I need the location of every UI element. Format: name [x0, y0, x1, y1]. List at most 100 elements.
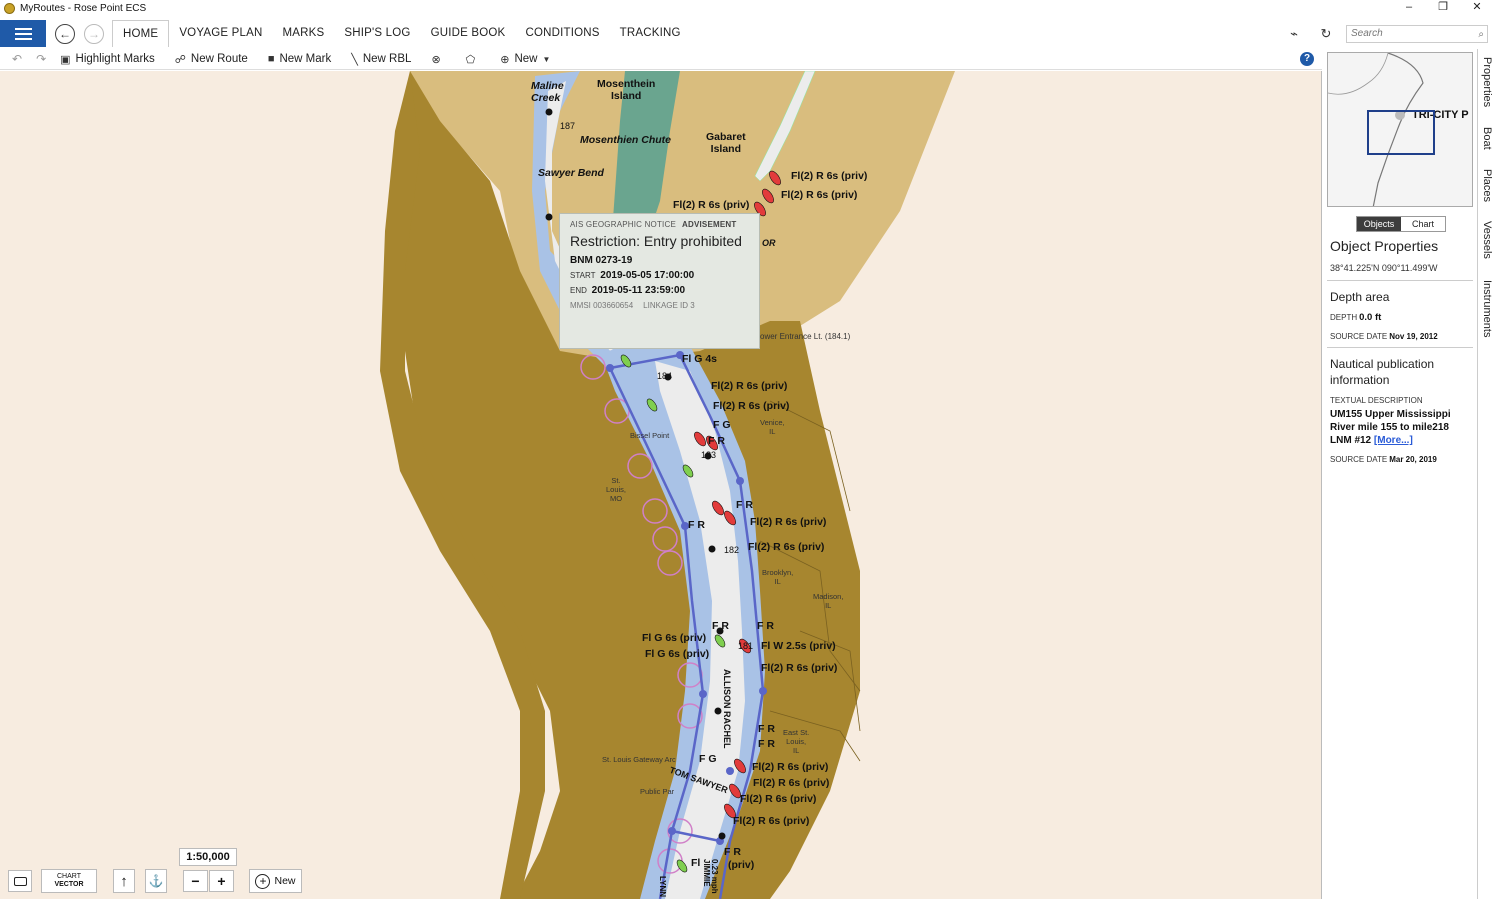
label-fl-w: Fl W 2.5s (priv)	[761, 640, 836, 652]
label-lynn: LYNN	[658, 876, 667, 898]
new-mark-button[interactable]: ■ New Mark	[268, 53, 331, 65]
label-bissel-point: Bissel Point	[630, 431, 670, 440]
zoom-in-button[interactable]: +	[209, 870, 234, 892]
popup-title: Restriction: Entry prohibited	[570, 233, 742, 249]
label-fr-6: F R	[758, 723, 775, 735]
label-fl-g-6s-2: Fl G 6s (priv)	[645, 648, 710, 660]
tab-home[interactable]: HOME	[112, 20, 170, 47]
label-lower-entrance: ower Entrance Lt. (184.1)	[760, 332, 851, 341]
app-logo-icon	[4, 2, 15, 14]
label-public-park: Public Par	[640, 787, 675, 796]
maximize-button[interactable]: ❐	[1426, 0, 1460, 14]
new-mark-label: New Mark	[279, 53, 332, 65]
layers-button[interactable]	[8, 870, 32, 892]
label-brooklyn: Brooklyn, IL	[762, 568, 794, 586]
popup-linkage: LINKAGE ID 3	[643, 301, 695, 310]
hamburger-menu-button[interactable]	[0, 20, 46, 47]
chart-new-label: New	[274, 875, 296, 887]
objects-chart-toggle[interactable]: Objects Chart	[1356, 216, 1446, 232]
side-tab-properties[interactable]: Properties	[1481, 57, 1493, 107]
highlight-marks-label: Highlight Marks	[75, 53, 155, 65]
popup-category: AIS GEOGRAPHIC NOTICE	[570, 220, 676, 229]
rbl-icon: ╲	[351, 53, 358, 66]
help-icon[interactable]: ?	[1300, 52, 1314, 66]
nautical-chart[interactable]: Maline Creek Mosenthein Island Mosenthie…	[0, 71, 1322, 899]
label-fg-1: F G	[713, 419, 731, 431]
label-fl-g-4s: Fl G 4s	[682, 353, 718, 365]
textual-description-label: TEXTUAL DESCRIPTION	[1330, 396, 1423, 405]
new-route-label: New Route	[190, 53, 248, 65]
label-light-12: Fl(2) R 6s (priv)	[733, 815, 810, 827]
label-madison: Madison, IL	[813, 592, 844, 610]
rss-feed-icon[interactable]: ⌁	[1282, 26, 1306, 42]
refresh-icon[interactable]: ↻	[1314, 26, 1338, 42]
ais-notice-popup[interactable]: AIS GEOGRAPHIC NOTICE ADVISEMENT Restrict…	[559, 213, 760, 349]
label-fr-3: F R	[688, 519, 705, 531]
label-speed: 0.23 mph	[710, 859, 719, 894]
chart-new-button[interactable]: + New	[249, 869, 302, 893]
chart-canvas[interactable]	[0, 71, 1322, 899]
popup-end: END 2019-05-11 23:59:00	[570, 285, 686, 296]
label-light-10: Fl(2) R 6s (priv)	[753, 777, 830, 789]
segment-objects[interactable]: Objects	[1357, 217, 1401, 231]
nautical-source-row: SOURCE DATE Mar 20, 2019	[1330, 455, 1437, 464]
minimize-button[interactable]: –	[1392, 0, 1426, 14]
highlight-marks-button[interactable]: ▣ Highlight Marks	[60, 53, 155, 66]
side-tab-vessels[interactable]: Vessels	[1481, 221, 1493, 259]
tab-voyage-plan[interactable]: VOYAGE PLAN	[169, 20, 272, 47]
boat-center-button[interactable]: ⚓	[145, 869, 167, 893]
tab-guide-book[interactable]: GUIDE BOOK	[421, 20, 516, 47]
chevron-down-icon: ▼	[542, 54, 551, 64]
label-fr-8: F R	[724, 846, 741, 858]
side-tabs: Properties Boat Places Vessels Instrumen…	[1477, 49, 1500, 899]
label-gateway-arch: St. Louis Gateway Arc	[602, 755, 676, 764]
chart-mode-line2: VECTOR	[54, 881, 84, 888]
side-tab-instruments[interactable]: Instruments	[1481, 280, 1493, 337]
label-fr-1: F R	[708, 435, 725, 447]
chart-mode-button[interactable]: CHART VECTOR	[41, 869, 97, 893]
more-link[interactable]: [More...]	[1374, 435, 1413, 446]
overview-minimap[interactable]: TRI-CITY P	[1327, 52, 1473, 207]
label-fl-partial: Fl	[691, 857, 701, 869]
tab-tracking[interactable]: TRACKING	[610, 20, 691, 47]
window-title: MyRoutes - Rose Point ECS	[20, 2, 147, 14]
side-tab-places[interactable]: Places	[1481, 169, 1493, 202]
segment-chart[interactable]: Chart	[1401, 217, 1445, 231]
chart-mode-line1: CHART	[57, 873, 81, 880]
new-rbl-button[interactable]: ╲ New RBL	[351, 53, 411, 66]
popup-header: AIS GEOGRAPHIC NOTICE ADVISEMENT	[570, 220, 749, 229]
label-gabaret-island: Gabaret Island	[706, 131, 746, 155]
popup-mmsi: MMSI 003660654	[570, 301, 634, 310]
mark-icon: ■	[267, 53, 275, 65]
title-bar: MyRoutes - Rose Point ECS – ❐ ✕	[0, 0, 1500, 16]
new-rbl-label: New RBL	[362, 53, 412, 65]
circle-tool-button[interactable]: ⊗	[431, 53, 445, 66]
forward-button[interactable]: →	[84, 23, 104, 44]
north-up-button[interactable]: ↑	[113, 869, 135, 893]
close-button[interactable]: ✕	[1460, 0, 1494, 14]
tab-marks[interactable]: MARKS	[272, 20, 334, 47]
new-dropdown-button[interactable]: ⊕ New ▼	[500, 53, 555, 66]
label-light-4: Fl(2) R 6s (priv)	[711, 380, 788, 392]
tab-ships-log[interactable]: SHIP'S LOG	[334, 20, 420, 47]
label-fg-2: F G	[699, 753, 717, 765]
tab-conditions[interactable]: CONDITIONS	[515, 20, 609, 47]
popup-bnm: BNM 0273-19	[570, 255, 633, 266]
back-button[interactable]: ←	[55, 23, 75, 44]
label-mile-182: 182	[724, 545, 740, 555]
nautical-heading: Nautical publication information	[1330, 357, 1435, 387]
polygon-icon: ⬠	[465, 53, 476, 66]
new-route-button[interactable]: ☍ New Route	[175, 53, 248, 66]
properties-panel: TRI-CITY P Objects Chart Object Properti…	[1323, 49, 1477, 899]
zoom-out-button[interactable]: −	[183, 870, 208, 892]
undo-icon[interactable]: ↶	[12, 52, 22, 66]
boat-icon: ⚓	[148, 874, 164, 888]
north-arrow-icon: ↑	[120, 872, 128, 890]
search-input[interactable]: Search ⌕	[1346, 24, 1488, 43]
divider	[1327, 347, 1473, 348]
redo-icon[interactable]: ↷	[36, 52, 46, 66]
new-dropdown-label: New	[514, 53, 538, 65]
area-tool-button[interactable]: ⬠	[466, 53, 481, 66]
side-tab-boat[interactable]: Boat	[1481, 127, 1493, 150]
minimap-viewport[interactable]	[1367, 110, 1435, 155]
